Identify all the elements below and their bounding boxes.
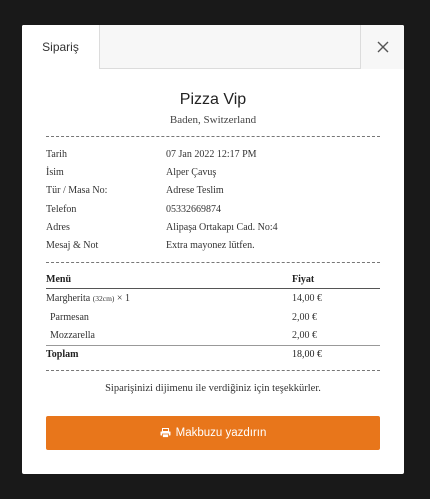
menu-item-name: Margherita (32cm) × 1 <box>46 293 131 304</box>
info-key: Telefon <box>46 204 77 215</box>
info-row-phone: Telefon 05332669874 <box>46 204 380 222</box>
close-icon <box>377 41 388 53</box>
info-key: Tarih <box>46 149 67 160</box>
total-label: Toplam <box>46 349 79 360</box>
menu-table-header: Menü Fiyat <box>46 274 380 288</box>
info-value: 07 Jan 2022 12:17 PM <box>166 149 257 160</box>
menu-row: Mozzarella 2,00 € <box>46 330 380 344</box>
print-receipt-button[interactable]: Makbuzu yazdırın <box>46 416 380 450</box>
menu-item-name: Parmesan <box>50 312 89 323</box>
menu-row: Margherita (32cm) × 1 14,00 € <box>46 293 380 307</box>
printer-icon <box>160 428 171 438</box>
print-button-label: Makbuzu yazdırın <box>175 427 267 439</box>
thanks-message: Siparişinizi dijimenu ile verdiğiniz içi… <box>105 383 321 394</box>
restaurant-location: Baden, Switzerland <box>169 114 257 126</box>
divider <box>46 370 380 371</box>
total-row: Toplam 18,00 € <box>46 349 380 363</box>
tab-order[interactable]: Sipariş <box>22 25 100 70</box>
divider <box>46 136 380 137</box>
info-key: Adres <box>46 222 70 233</box>
restaurant-name: Pizza Vip <box>179 91 247 108</box>
menu-item-price: 14,00 € <box>292 293 322 304</box>
info-row-note: Mesaj & Not Extra mayonez lütfen. <box>46 240 380 258</box>
info-key: Tür / Masa No: <box>46 185 108 196</box>
info-value: 05332669874 <box>166 204 221 215</box>
table-rule <box>46 288 380 289</box>
info-value: Extra mayonez lütfen. <box>166 240 255 251</box>
price-column-header: Fiyat <box>292 274 315 285</box>
menu-item-name: Mozzarella <box>50 330 95 341</box>
info-value: Alipaşa Ortakapı Cad. No:4 <box>166 222 278 233</box>
table-rule <box>46 345 380 346</box>
info-row-date: Tarih 07 Jan 2022 12:17 PM <box>46 149 380 167</box>
divider <box>46 262 380 263</box>
order-modal: Sipariş Pizza Vip Baden, Switzerland Tar… <box>22 25 404 474</box>
menu-item-price: 2,00 € <box>292 330 317 341</box>
menu-column-header: Menü <box>46 274 71 285</box>
info-row-name: İsim Alper Çavuş <box>46 167 380 185</box>
info-row-type: Tür / Masa No: Adrese Teslim <box>46 185 380 203</box>
info-row-address: Adres Alipaşa Ortakapı Cad. No:4 <box>46 222 380 240</box>
close-button[interactable] <box>360 25 404 69</box>
menu-row: Parmesan 2,00 € <box>46 312 380 326</box>
total-price: 18,00 € <box>292 349 322 360</box>
info-key: Mesaj & Not <box>46 240 99 251</box>
modal-header: Sipariş <box>22 25 404 70</box>
info-value: Alper Çavuş <box>166 167 217 178</box>
menu-item-price: 2,00 € <box>292 312 317 323</box>
info-key: İsim <box>46 167 64 178</box>
info-value: Adrese Teslim <box>166 185 224 196</box>
